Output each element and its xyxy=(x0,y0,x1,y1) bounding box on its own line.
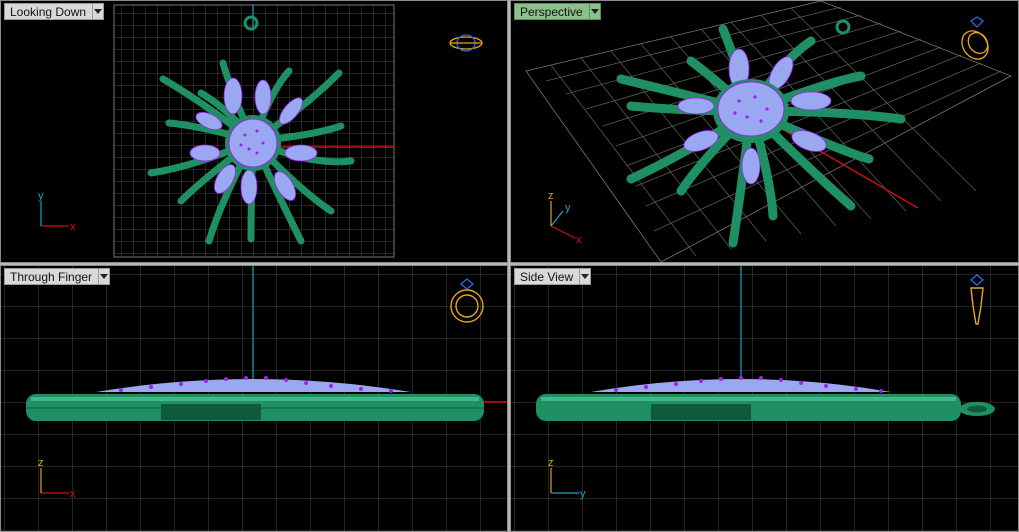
viewport-label[interactable]: Looking Down xyxy=(4,3,94,20)
viewport-canvas-looking-down[interactable]: x y xyxy=(1,1,507,262)
viewport-side-view[interactable]: Side View y z xyxy=(510,265,1019,532)
axis-label-y: y xyxy=(38,190,44,202)
axis-label-z: z xyxy=(548,457,554,469)
viewport-canvas-side-view[interactable]: y z xyxy=(511,266,1018,531)
axis-label-y: y xyxy=(580,488,586,500)
chevron-down-icon xyxy=(94,9,103,14)
viewport-menu-dropdown-button[interactable] xyxy=(580,268,592,285)
viewport-tab-through-finger[interactable]: Through Finger xyxy=(4,268,111,285)
ring-top-view-icon[interactable] xyxy=(449,34,483,52)
viewport-label[interactable]: Through Finger xyxy=(4,268,100,285)
chevron-down-icon xyxy=(581,274,590,279)
axis-label-x: x xyxy=(576,234,582,246)
viewport-menu-dropdown-button[interactable] xyxy=(99,268,111,285)
viewport-looking-down[interactable]: Looking Down x y xyxy=(0,0,508,263)
viewport-canvas-through-finger[interactable]: x z xyxy=(1,266,507,531)
viewport-perspective[interactable]: Perspective x y z xyxy=(510,0,1019,263)
viewport-through-finger[interactable]: Through Finger x z xyxy=(0,265,508,532)
axis-triad: x y z xyxy=(548,190,582,246)
viewport-label[interactable]: Perspective xyxy=(514,3,590,20)
chevron-down-icon xyxy=(100,274,109,279)
viewport-label[interactable]: Side View xyxy=(514,268,581,285)
axis-label-x: x xyxy=(70,488,76,500)
chevron-down-icon xyxy=(590,9,599,14)
viewport-menu-dropdown-button[interactable] xyxy=(589,3,601,20)
axis-triad: x y xyxy=(38,190,76,233)
viewport-tab-perspective[interactable]: Perspective xyxy=(514,3,601,20)
axis-label-z: z xyxy=(548,190,554,202)
viewport-tab-looking-down[interactable]: Looking Down xyxy=(4,3,105,20)
viewport-tab-side-view[interactable]: Side View xyxy=(514,268,592,285)
axis-label-x: x xyxy=(70,221,76,233)
axis-label-y: y xyxy=(565,202,571,214)
viewport-canvas-perspective[interactable]: x y z xyxy=(511,1,1018,262)
viewport-menu-dropdown-button[interactable] xyxy=(93,3,105,20)
axis-label-z: z xyxy=(38,457,44,469)
